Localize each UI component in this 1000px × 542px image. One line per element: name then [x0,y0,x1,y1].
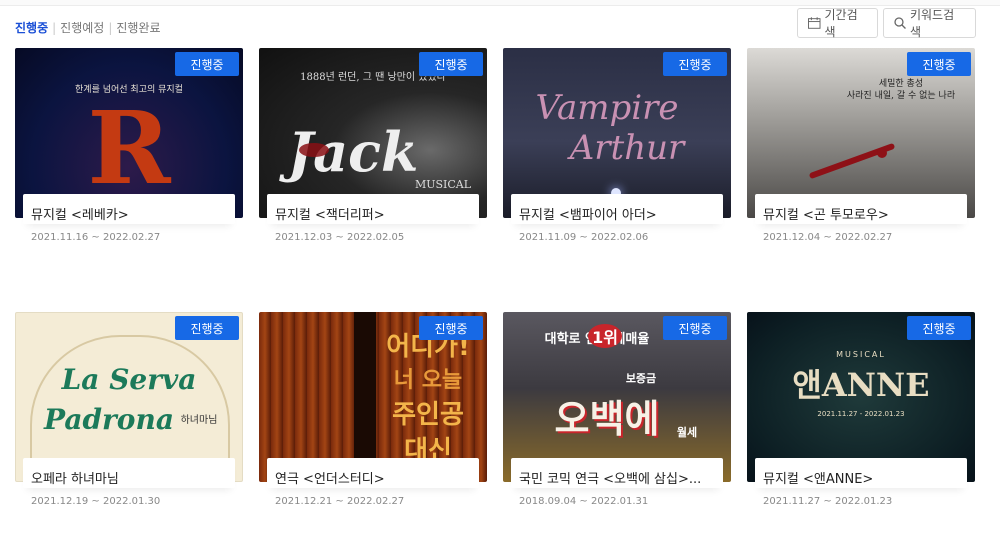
poster-title-2: 너 오늘 [393,368,463,393]
poster-title: Vampire [535,88,679,128]
filter-ongoing[interactable]: 진행중 [15,19,48,36]
performance-title[interactable]: 뮤지컬 <잭더리퍼> [267,194,479,224]
performance-dates: 2018.09.04 ~ 2022.01.31 [519,496,649,507]
status-badge[interactable]: 진행중 [419,316,483,340]
performance-dates: 2021.12.03 ~ 2022.02.05 [275,232,405,243]
performance-title[interactable]: 뮤지컬 <뱀파이어 아더> [511,194,723,224]
poster-subtitle: 보증금 [625,372,657,385]
performance-dates: 2021.11.09 ~ 2022.02.06 [519,232,649,243]
status-badge[interactable]: 진행중 [907,316,971,340]
performance-dates: 2021.12.21 ~ 2022.02.27 [275,496,405,507]
filter-completed[interactable]: 진행완료 [116,19,160,36]
keyword-search-button[interactable]: 키워드검색 [883,8,976,39]
poster-subtitle: 2021.11.27 - 2022.01.23 [817,410,905,418]
performance-title[interactable]: 뮤지컬 <앤ANNE> [755,458,967,488]
performance-dates: 2021.11.27 ~ 2022.01.23 [763,496,893,507]
performance-dates: 2021.12.04 ~ 2022.02.27 [763,232,893,243]
performance-title[interactable]: 국민 코믹 연극 <오백에 삼십>... [511,458,723,488]
poster-title-3: 주인공 [392,400,464,430]
performance-title[interactable]: 연극 <언더스터디> [267,458,479,488]
poster-rank: 1위 [588,324,622,348]
poster-title-2: Arthur [569,128,685,168]
poster-blood-splatter [299,143,329,157]
poster-subtitle: MUSICAL [414,178,472,191]
poster-blood-drop [877,148,887,158]
status-badge[interactable]: 진행중 [907,52,971,76]
filter-separator: | [108,20,113,35]
status-badge[interactable]: 진행중 [419,52,483,76]
poster-subtitle-2: 월세 [676,426,698,439]
status-badge[interactable]: 진행중 [663,52,727,76]
poster-title: 앤ANNE [792,366,930,404]
filter-upcoming[interactable]: 진행예정 [60,19,104,36]
poster-title: La Serva [61,363,197,396]
performance-title[interactable]: 뮤지컬 <곤 투모로우> [755,194,967,224]
performance-dates: 2021.12.19 ~ 2022.01.30 [31,496,161,507]
search-tools: 기간검색 키워드검색 [797,8,976,39]
poster-caption-2: 사라진 내일, 갈 수 없는 나라 [846,91,956,101]
poster-title: R [87,89,171,207]
status-badge[interactable]: 진행중 [175,316,239,340]
period-search-button[interactable]: 기간검색 [797,8,878,39]
status-badge[interactable]: 진행중 [175,52,239,76]
keyword-search-label: 키워드검색 [909,8,955,39]
status-filter-tabs: 진행중 | 진행예정 | 진행완료 [15,19,161,36]
search-icon [894,17,906,29]
poster-title: Jack [287,120,419,184]
poster-caption: MUSICAL [836,350,886,359]
poster-subtitle: 하녀마님 [180,415,218,426]
period-search-label: 기간검색 [824,8,858,39]
performance-dates: 2021.11.16 ~ 2022.02.27 [31,232,161,243]
performance-title[interactable]: 오페라 하녀마님 [23,458,235,488]
filter-separator: | [52,20,57,35]
status-badge[interactable]: 진행중 [663,316,727,340]
calendar-icon [808,17,821,29]
performance-title[interactable]: 뮤지컬 <레베카> [23,194,235,224]
